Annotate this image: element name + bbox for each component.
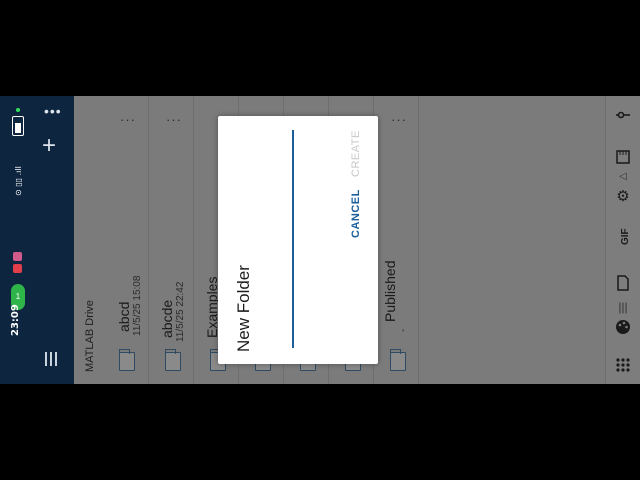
file-name: abcd [116,301,132,332]
menu-icon[interactable]: ||| [614,298,632,316]
list-item[interactable]: ··· Published - [373,96,419,384]
palette-icon[interactable] [614,318,632,336]
dialog-title: New Folder [234,265,253,352]
app-screen: ⊙ ▯▯ .ıll 1 23:09 ••• + MATLAB Drive ···… [0,96,640,384]
gif-label: GIF [620,228,631,245]
battery-icon [12,116,24,136]
list-item[interactable]: ··· abcde 11/5/25 22:42 [148,96,194,384]
status-time: 23:09 [10,304,21,336]
more-icon[interactable]: ··· [166,112,182,127]
battery-dot-icon [16,108,20,112]
add-icon[interactable]: + [42,134,56,158]
call-pill-count: 1 [15,292,21,301]
folder-icon [389,349,406,371]
drive-label: MATLAB Drive [84,300,96,372]
gif-icon[interactable]: GIF [614,228,632,248]
folder-name-input[interactable] [292,130,294,348]
cancel-button[interactable]: CANCEL [350,189,362,238]
create-button[interactable]: CREATE [350,130,362,177]
menu-icon[interactable] [45,352,59,366]
file-date: 11/5/25 15:08 [132,275,143,336]
touch-icon[interactable] [614,106,632,124]
right-toolbar: ◁ ⚙ GIF ||| [605,96,640,384]
empty-area [418,96,606,384]
sd-card-icon[interactable] [614,148,632,166]
list-item[interactable]: ··· abcd 11/5/25 15:08 [108,96,148,384]
file-name: Published [382,260,398,323]
notification-icon [13,252,22,261]
settings-icon[interactable]: ⚙ [614,188,632,206]
notification-icon [13,264,22,273]
folder-icon [118,349,135,371]
grid-icon[interactable] [614,356,632,374]
left-nav-bar: ⊙ ▯▯ .ıll 1 23:09 ••• + [0,96,74,384]
new-folder-dialog: New Folder CREATE CANCEL [218,116,378,364]
more-icon[interactable]: ··· [391,112,407,127]
file-name: abcde [159,299,175,338]
file-icon[interactable] [614,274,632,292]
file-date: - [398,328,409,332]
more-icon[interactable]: ··· [120,112,136,127]
folder-icon [164,349,181,371]
file-date: 11/5/25 22:42 [175,281,186,342]
arrow-left-icon[interactable]: ◁ [614,168,632,186]
signal-icon: ⊙ ▯▯ .ıll [14,166,23,196]
more-icon[interactable]: ••• [44,104,62,118]
